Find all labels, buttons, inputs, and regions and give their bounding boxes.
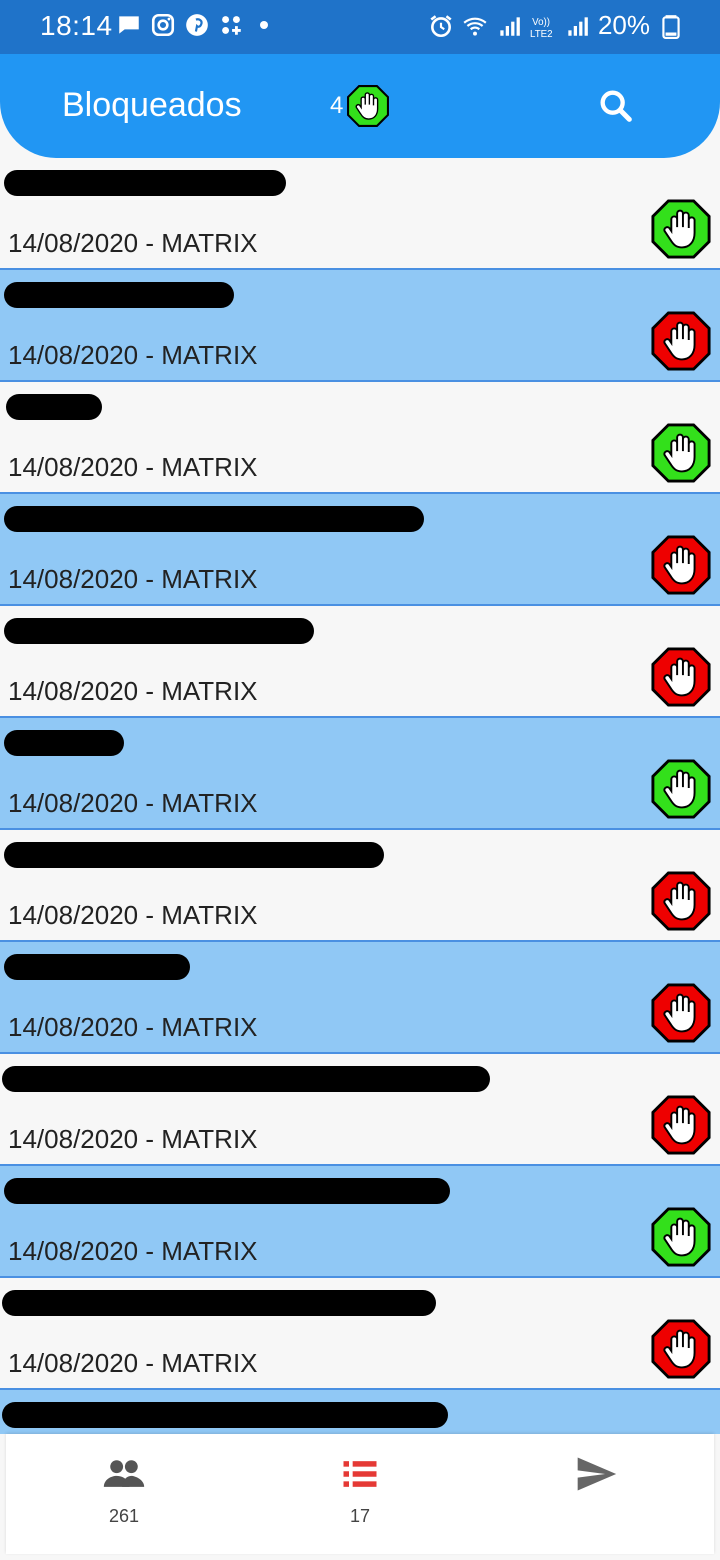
list-item[interactable]: 14/08/2020 - MATRIX: [0, 158, 720, 270]
stop-hand-icon[interactable]: [650, 198, 712, 260]
redacted-name: [4, 954, 190, 980]
list-item-subtitle: 14/08/2020 - MATRIX: [8, 452, 258, 482]
list-item-subtitle: 14/08/2020 - MATRIX: [8, 340, 258, 370]
list-item[interactable]: [0, 1390, 720, 1434]
stop-hand-icon[interactable]: [650, 646, 712, 708]
stop-hand-icon[interactable]: [650, 534, 712, 596]
dot-icon: [260, 21, 268, 29]
status-time: 18:14: [40, 10, 113, 41]
list-item-subtitle: 14/08/2020 - MATRIX: [8, 1348, 258, 1378]
stop-hand-icon[interactable]: [650, 1318, 712, 1380]
message-icon: [119, 16, 139, 34]
battery-percent: 20%: [597, 10, 650, 40]
status-notification-icons: [116, 12, 268, 38]
list-item-subtitle: 14/08/2020 - MATRIX: [8, 788, 258, 818]
list-item[interactable]: 14/08/2020 - MATRIX: [0, 830, 720, 942]
list-item[interactable]: 14/08/2020 - MATRIX: [0, 382, 720, 494]
status-system-icons: Vo)) LTE2 20%: [428, 10, 684, 41]
list-item[interactable]: 14/08/2020 - MATRIX: [0, 1278, 720, 1390]
page-title: Bloqueados: [62, 86, 242, 124]
nav-item-send[interactable]: [546, 1452, 646, 1506]
redacted-name: [4, 170, 286, 196]
status-bar: 18:14 Vo)) LTE2 20%: [0, 0, 720, 54]
list-item-subtitle: 14/08/2020 - MATRIX: [8, 1124, 258, 1154]
list-item-subtitle: 14/08/2020 - MATRIX: [8, 564, 258, 594]
redacted-name: [2, 1066, 490, 1092]
app-bar: Bloqueados 4: [0, 54, 720, 158]
blocked-list: 14/08/2020 - MATRIX 14/08/2020 - MATRIX …: [0, 158, 720, 1434]
stop-hand-icon[interactable]: [650, 1206, 712, 1268]
stop-hand-icon: [347, 85, 389, 127]
volte-icon: Vo))LTE2: [530, 16, 553, 38]
nav-item-contacts[interactable]: 261: [74, 1452, 174, 1527]
svg-text:Vo)): Vo)): [532, 16, 550, 27]
redacted-name: [4, 1178, 450, 1204]
list-item[interactable]: 14/08/2020 - MATRIX: [0, 1054, 720, 1166]
redacted-name: [6, 394, 102, 420]
redacted-name: [4, 730, 124, 756]
search-icon[interactable]: [596, 86, 636, 126]
list-item-subtitle: 14/08/2020 - MATRIX: [8, 1236, 258, 1266]
list-item[interactable]: 14/08/2020 - MATRIX: [0, 718, 720, 830]
nav-label-list: 17: [349, 1506, 371, 1526]
list-item-subtitle: 14/08/2020 - MATRIX: [8, 228, 258, 258]
apps-icon: [222, 16, 241, 35]
pinterest-icon: [186, 14, 208, 36]
stop-hand-icon[interactable]: [650, 758, 712, 820]
blocked-count: 4: [330, 92, 344, 119]
send-icon: [577, 1457, 617, 1491]
list-item[interactable]: 14/08/2020 - MATRIX: [0, 942, 720, 1054]
list-item[interactable]: 14/08/2020 - MATRIX: [0, 606, 720, 718]
stop-hand-icon[interactable]: [650, 982, 712, 1044]
bottom-navigation: 261 17: [6, 1434, 714, 1554]
redacted-name: [4, 618, 314, 644]
signal-icon: [500, 16, 520, 36]
stop-hand-icon[interactable]: [650, 870, 712, 932]
redacted-name: [4, 842, 384, 868]
battery-icon: [662, 14, 680, 39]
stop-hand-icon[interactable]: [650, 422, 712, 484]
people-icon: [103, 1460, 145, 1487]
redacted-name: [4, 282, 234, 308]
wifi-icon: [463, 17, 487, 36]
nav-item-list[interactable]: 17: [310, 1452, 410, 1527]
redacted-name: [2, 1290, 436, 1316]
stop-hand-icon[interactable]: [650, 310, 712, 372]
list-item-subtitle: 14/08/2020 - MATRIX: [8, 900, 258, 930]
list-item[interactable]: 14/08/2020 - MATRIX: [0, 270, 720, 382]
list-item-subtitle: 14/08/2020 - MATRIX: [8, 1012, 258, 1042]
nav-label-contacts: 261: [108, 1506, 140, 1526]
list-icon: [343, 1461, 377, 1487]
list-item-subtitle: 14/08/2020 - MATRIX: [8, 676, 258, 706]
instagram-icon: [151, 13, 175, 37]
list-item[interactable]: 14/08/2020 - MATRIX: [0, 1166, 720, 1278]
list-item[interactable]: 14/08/2020 - MATRIX: [0, 494, 720, 606]
signal2-icon: [568, 16, 588, 36]
redacted-name: [2, 1402, 448, 1428]
redacted-name: [4, 506, 424, 532]
svg-text:LTE2: LTE2: [530, 28, 553, 38]
alarm-icon: [430, 14, 452, 37]
stop-hand-icon[interactable]: [650, 1094, 712, 1156]
